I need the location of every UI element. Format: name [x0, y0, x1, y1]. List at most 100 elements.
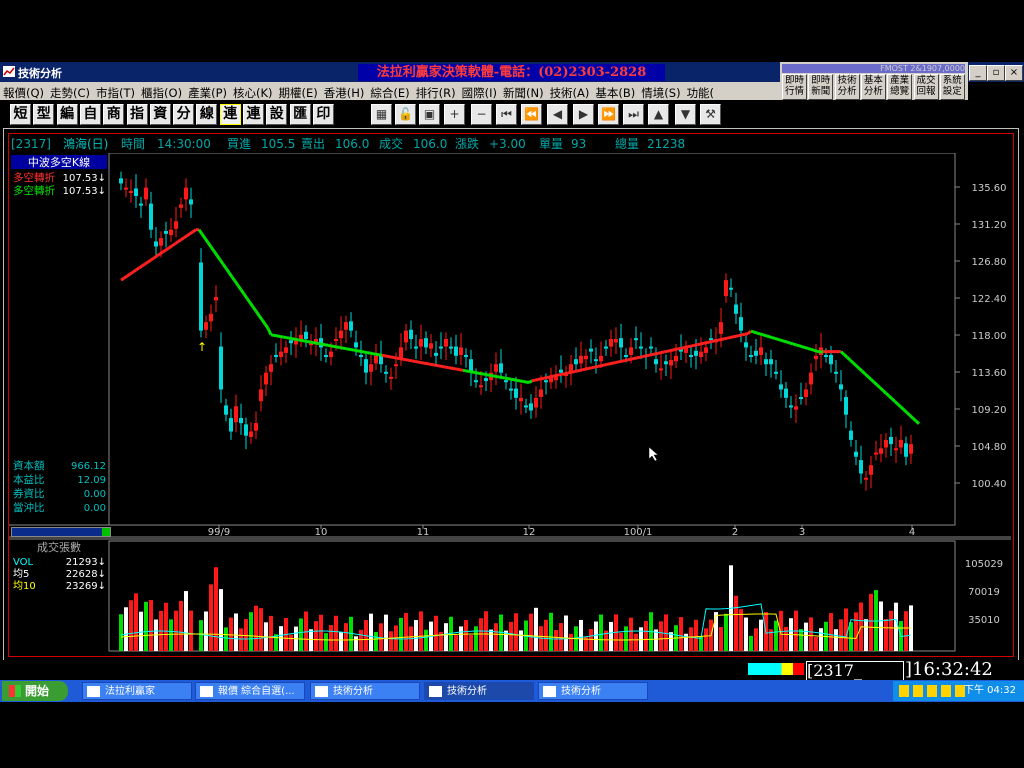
candle-body	[634, 338, 638, 341]
candle-body	[124, 187, 128, 190]
maximize-button[interactable]: ▫	[987, 65, 1005, 81]
quick-button-2[interactable]: 技術 分析	[834, 74, 860, 100]
toolbar-button-12[interactable]: 匯	[289, 104, 311, 125]
start-button[interactable]: 開始	[2, 681, 68, 701]
quick-button-0[interactable]: 即時 行情	[782, 74, 807, 100]
trend-line-segment	[254, 310, 261, 317]
indicator-value: 107.53↓	[63, 173, 106, 184]
next-icon[interactable]: ▶	[573, 104, 594, 125]
prev-icon[interactable]: ◀	[547, 104, 568, 125]
candle-body	[889, 436, 893, 445]
prev-page-icon[interactable]: ⏪	[521, 104, 542, 125]
toolbar-button-8[interactable]: 線	[196, 104, 218, 125]
candle-body	[619, 338, 623, 348]
candle-body	[344, 322, 348, 330]
chart-scrollbar[interactable]	[11, 527, 111, 537]
trend-line-segment	[537, 377, 542, 381]
candle-body	[629, 347, 633, 355]
plus-icon[interactable]: +	[444, 104, 465, 125]
indicator-label: 多空轉折	[13, 171, 55, 184]
trend-line-segment	[768, 335, 773, 339]
scrollbar-thumb[interactable]	[102, 528, 110, 536]
trend-line-segment	[300, 338, 305, 343]
volume-bar	[819, 628, 823, 651]
trend-line-segment	[294, 337, 299, 342]
close-button[interactable]: ×	[1005, 65, 1023, 81]
settings-icon[interactable]: ⚒	[700, 104, 721, 125]
toolbar-button-7[interactable]: 分	[173, 104, 195, 125]
taskbar-task-2[interactable]: 技術分析	[310, 682, 420, 700]
toolbar-button-11[interactable]: 設	[266, 104, 288, 125]
candle-body	[699, 351, 703, 358]
taskbar-task-3[interactable]: 技術分析	[424, 682, 534, 700]
candle-body	[824, 354, 828, 357]
trend-line-segment	[288, 336, 293, 341]
candle-body	[729, 287, 733, 290]
candle-body	[624, 354, 628, 357]
volume-bar	[334, 615, 338, 651]
taskbar-task-1[interactable]: 報價 綜合自選(...	[195, 682, 305, 700]
candle-body	[909, 444, 913, 454]
candle-body	[354, 342, 358, 348]
toolbar-button-2[interactable]: 編	[56, 104, 78, 125]
next-page-icon[interactable]: ⏩	[598, 104, 619, 125]
candle-body	[359, 354, 363, 357]
volume-bar	[659, 621, 663, 651]
code-input[interactable]: [2317_	[806, 661, 904, 681]
technical-chart[interactable]: 中波多空K線多空轉折 107.53↓ 多空轉折 107.53↓ 資本額 966.12 本益比…	[9, 153, 1013, 653]
toolbar-button-4[interactable]: 商	[103, 104, 125, 125]
volume-bar	[299, 618, 303, 651]
trend-line-segment	[135, 266, 140, 272]
trend-line-segment	[333, 344, 338, 349]
toolbar-button-13[interactable]: 印	[312, 104, 334, 125]
taskbar-task-4[interactable]: 技術分析	[538, 682, 648, 700]
trend-line-segment	[726, 336, 731, 340]
trend-line-segment	[863, 372, 870, 378]
trend-line-segment	[153, 254, 158, 260]
candle-body	[539, 389, 543, 398]
save-icon[interactable]: ▣	[419, 104, 440, 125]
quick-button-1[interactable]: 即時 新聞	[808, 74, 834, 100]
desktop-top	[0, 0, 1024, 62]
taskbar-task-0[interactable]: 法拉利贏家	[82, 682, 192, 700]
date-tick-label: 4	[909, 527, 915, 538]
trend-line-segment	[651, 352, 656, 357]
toolbar-button-0[interactable]: 短	[10, 104, 31, 125]
volume-bar	[219, 589, 223, 651]
quick-button-3[interactable]: 基本 分析	[860, 74, 886, 100]
quick-button-4[interactable]: 產業 總覽	[887, 74, 913, 100]
volume-bar	[399, 617, 403, 651]
trend-line-segment	[441, 364, 446, 369]
volume-bar	[884, 618, 888, 651]
quick-button-5[interactable]: 成交 回報	[913, 74, 939, 100]
trend-line-segment	[525, 380, 530, 385]
volume-bar	[404, 612, 408, 651]
up-icon[interactable]: ▲	[648, 104, 669, 125]
candle-body	[899, 439, 903, 448]
trend-line-segment	[297, 338, 302, 342]
trend-line-segment	[576, 368, 581, 373]
candle-body	[444, 339, 448, 347]
candle-body	[184, 187, 188, 200]
trend-line-segment	[648, 353, 653, 357]
trend-line-segment	[693, 343, 698, 347]
last-icon[interactable]: ⏭	[623, 104, 644, 125]
quick-button-6[interactable]: 系統 設定	[939, 74, 965, 100]
toolbar-button-5[interactable]: 指	[126, 104, 148, 125]
trend-line-segment	[165, 246, 170, 252]
down-icon[interactable]: ▼	[675, 104, 696, 125]
lock-icon[interactable]: 🔓	[395, 104, 416, 125]
trend-line-segment	[630, 357, 635, 361]
chart-icon[interactable]: ▦	[371, 104, 392, 125]
toolbar-button-9[interactable]: 連	[219, 104, 241, 125]
first-icon[interactable]: ⏮	[496, 104, 517, 125]
minimize-button[interactable]: _	[969, 65, 987, 81]
toolbar-button-6[interactable]: 資	[149, 104, 171, 125]
toolbar-button-3[interactable]: 自	[79, 104, 101, 125]
minus-icon[interactable]: −	[471, 104, 492, 125]
toolbar-button-10[interactable]: 連	[243, 104, 264, 125]
trend-line-segment	[221, 263, 228, 270]
trend-line-segment	[393, 356, 398, 360]
date-tick-label: 12	[523, 527, 536, 538]
toolbar-button-1[interactable]: 型	[33, 104, 55, 125]
